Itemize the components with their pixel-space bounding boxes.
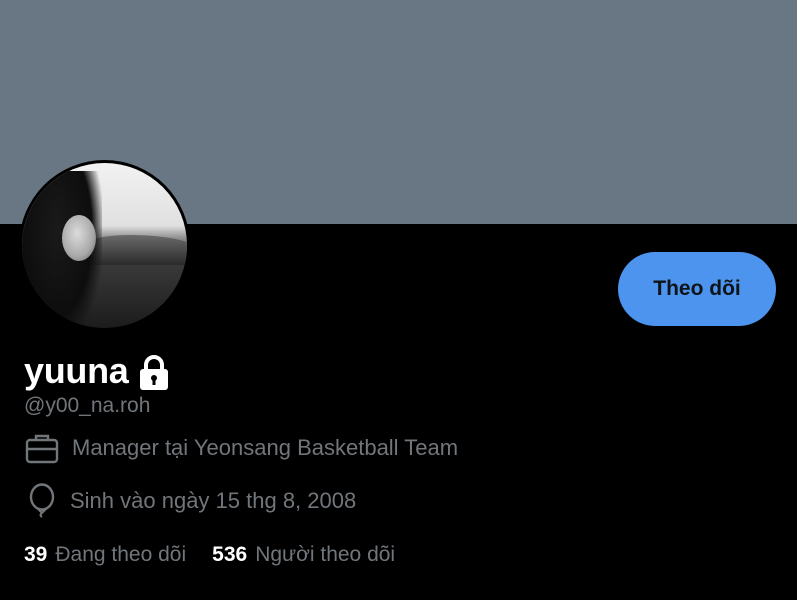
lock-icon	[137, 355, 171, 391]
following-count: 39	[24, 543, 48, 566]
follow-stats: 39 Đang theo dõi 536 Người theo dõi	[24, 543, 421, 567]
birthdate-info: Sinh vào ngày 15 thg 8, 2008	[24, 483, 356, 519]
job-text: Manager tại Yeonsang Basketball Team	[72, 435, 459, 460]
name-row: yuuna	[24, 350, 171, 392]
display-name: yuuna	[24, 350, 129, 391]
follow-button[interactable]: Theo dõi	[618, 252, 776, 326]
followers-link[interactable]: 536 Người theo dõi	[212, 543, 395, 567]
balloon-icon	[24, 483, 60, 519]
following-label: Đang theo dõi	[55, 543, 187, 566]
birthdate-text: Sinh vào ngày 15 thg 8, 2008	[70, 488, 357, 513]
following-link[interactable]: 39 Đang theo dõi	[24, 543, 186, 567]
avatar-image	[22, 163, 187, 328]
followers-label: Người theo dõi	[255, 543, 396, 566]
followers-count: 536	[212, 543, 248, 566]
job-info: Manager tại Yeonsang Basketball Team	[24, 430, 458, 466]
user-handle: @y00_na.roh	[24, 394, 151, 417]
briefcase-icon	[24, 430, 60, 466]
avatar[interactable]	[19, 160, 190, 331]
